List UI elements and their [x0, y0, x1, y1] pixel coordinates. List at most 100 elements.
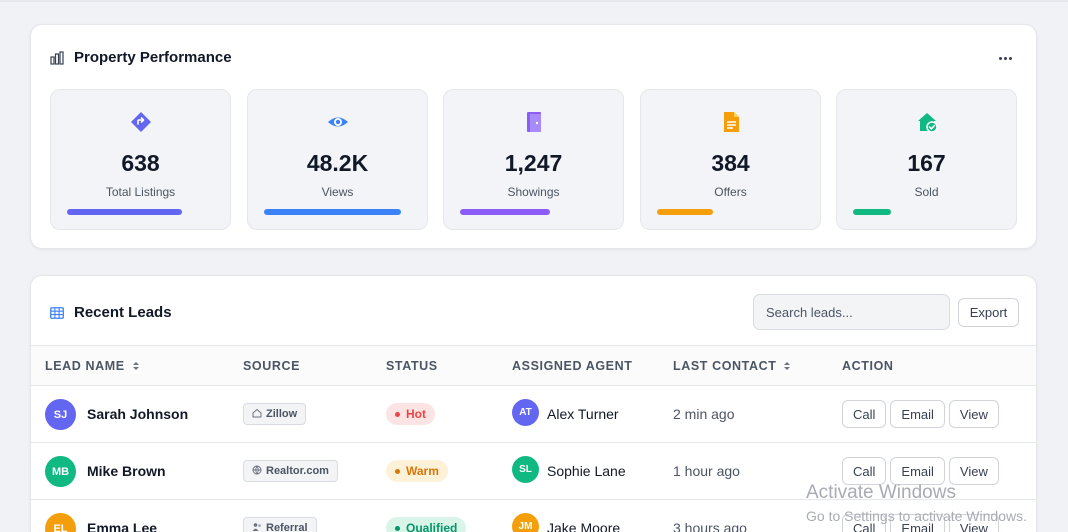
column-label: SOURCE	[243, 359, 301, 373]
stat-progress-track	[460, 209, 607, 215]
source-badge: Zillow	[243, 403, 307, 425]
column-label: ASSIGNED AGENT	[512, 359, 633, 373]
table-icon	[50, 306, 64, 320]
agent-avatar: JM	[512, 513, 539, 532]
email-button[interactable]: Email	[890, 457, 945, 485]
tag-arrow-icon	[51, 110, 230, 134]
activate-windows-watermark: Activate Windows Go to Settings to activ…	[806, 482, 1027, 524]
lead-name[interactable]: Mike Brown	[87, 463, 166, 479]
more-horizontal-icon	[998, 56, 1002, 60]
status-badge: Hot	[386, 403, 435, 425]
stat-value: 1,247	[504, 150, 563, 176]
sort-icon[interactable]	[784, 362, 791, 370]
stat-views: 48.2K Views	[247, 89, 428, 230]
home-icon	[252, 408, 262, 421]
stat-total-listings: 638 Total Listings	[50, 89, 231, 230]
status-badge: Qualified	[386, 517, 467, 532]
lead-avatar: EL	[45, 513, 76, 532]
column-action: ACTION	[842, 359, 894, 373]
more-options-button[interactable]	[996, 49, 1014, 67]
view-button[interactable]: View	[948, 400, 999, 428]
agent-name: Jake Moore	[547, 520, 621, 532]
source-badge: Realtor.com	[243, 460, 338, 482]
table-row[interactable]: SJ Sarah Johnson Zillow Hot AT Alex Turn…	[31, 386, 1036, 443]
stat-label: Showings	[507, 185, 560, 199]
column-source: SOURCE	[243, 359, 300, 373]
performance-title: Property Performance	[74, 49, 232, 66]
sort-icon[interactable]	[132, 362, 139, 370]
column-assigned-agent: ASSIGNED AGENT	[512, 359, 632, 373]
stat-value: 384	[711, 150, 750, 176]
column-lead-name: LEAD NAME	[45, 359, 139, 373]
column-last-contact: LAST CONTACT	[673, 359, 791, 373]
call-button[interactable]: Call	[842, 400, 887, 428]
column-label: ACTION	[842, 359, 894, 373]
row-actions: Call Email View	[842, 400, 999, 428]
call-button[interactable]: Call	[842, 457, 887, 485]
lead-avatar: SJ	[45, 399, 76, 430]
row-actions: Call Email View	[842, 457, 999, 485]
status-label: Qualified	[406, 521, 458, 532]
agent-name: Alex Turner	[547, 406, 619, 422]
performance-header: Property Performance	[50, 49, 232, 66]
last-contact: 1 hour ago	[673, 463, 740, 479]
stat-progress-bar	[460, 209, 550, 215]
stat-value: 167	[907, 150, 946, 176]
status-label: Warm	[406, 464, 439, 478]
stat-sold: 167 Sold	[836, 89, 1017, 230]
top-divider	[0, 0, 1068, 2]
stat-progress-track	[853, 209, 1000, 215]
more-dot	[1003, 56, 1007, 60]
source-badge: Referral	[243, 517, 317, 532]
stat-label: Offers	[714, 185, 747, 199]
leads-header: Recent Leads	[50, 304, 172, 321]
agent-avatar: SL	[512, 456, 539, 483]
stat-progress-track	[264, 209, 411, 215]
stat-showings: 1,247 Showings	[443, 89, 624, 230]
lead-avatar: MB	[45, 456, 76, 487]
lead-name[interactable]: Emma Lee	[87, 520, 157, 532]
status-dot	[395, 525, 400, 531]
door-icon	[444, 110, 623, 134]
watermark-subtitle: Go to Settings to activate Windows.	[806, 508, 1027, 524]
stat-progress-bar	[853, 209, 892, 215]
more-dot	[1008, 56, 1012, 60]
building-chart-icon	[50, 50, 64, 65]
stat-progress-bar	[264, 209, 401, 215]
view-button[interactable]: View	[948, 457, 999, 485]
users-icon	[252, 522, 262, 532]
stat-progress-track	[657, 209, 804, 215]
house-check-icon	[837, 110, 1016, 134]
email-button[interactable]: Email	[890, 400, 945, 428]
source-label: Referral	[266, 522, 308, 532]
table-header: LEAD NAME SOURCE STATUS ASSIGNED AGENT L…	[31, 345, 1036, 386]
source-label: Realtor.com	[266, 465, 329, 477]
export-button[interactable]: Export	[958, 298, 1019, 327]
stat-label: Views	[321, 185, 354, 199]
status-dot	[395, 411, 400, 417]
status-dot	[395, 468, 400, 474]
globe-icon	[252, 465, 262, 478]
eye-icon	[248, 110, 427, 134]
stat-progress-bar	[657, 209, 713, 215]
stat-progress-track	[67, 209, 214, 215]
search-leads-input[interactable]	[753, 294, 950, 330]
last-contact: 3 hours ago	[673, 520, 747, 532]
leads-title: Recent Leads	[74, 304, 172, 321]
agent-avatar: AT	[512, 399, 539, 426]
agent-name: Sophie Lane	[547, 463, 626, 479]
last-contact: 2 min ago	[673, 406, 735, 422]
column-status: STATUS	[386, 359, 438, 373]
stat-label: Sold	[914, 185, 939, 199]
property-performance-card: Property Performance 638 Total Listings …	[30, 24, 1037, 249]
column-label: LEAD NAME	[45, 359, 125, 373]
lead-name[interactable]: Sarah Johnson	[87, 406, 188, 422]
stat-value: 638	[121, 150, 160, 176]
stat-offers: 384 Offers	[640, 89, 821, 230]
stat-value: 48.2K	[306, 150, 369, 176]
document-icon	[641, 110, 820, 134]
watermark-title: Activate Windows	[806, 482, 956, 503]
status-badge: Warm	[386, 460, 448, 482]
column-label: LAST CONTACT	[673, 359, 777, 373]
stat-label: Total Listings	[105, 185, 176, 199]
